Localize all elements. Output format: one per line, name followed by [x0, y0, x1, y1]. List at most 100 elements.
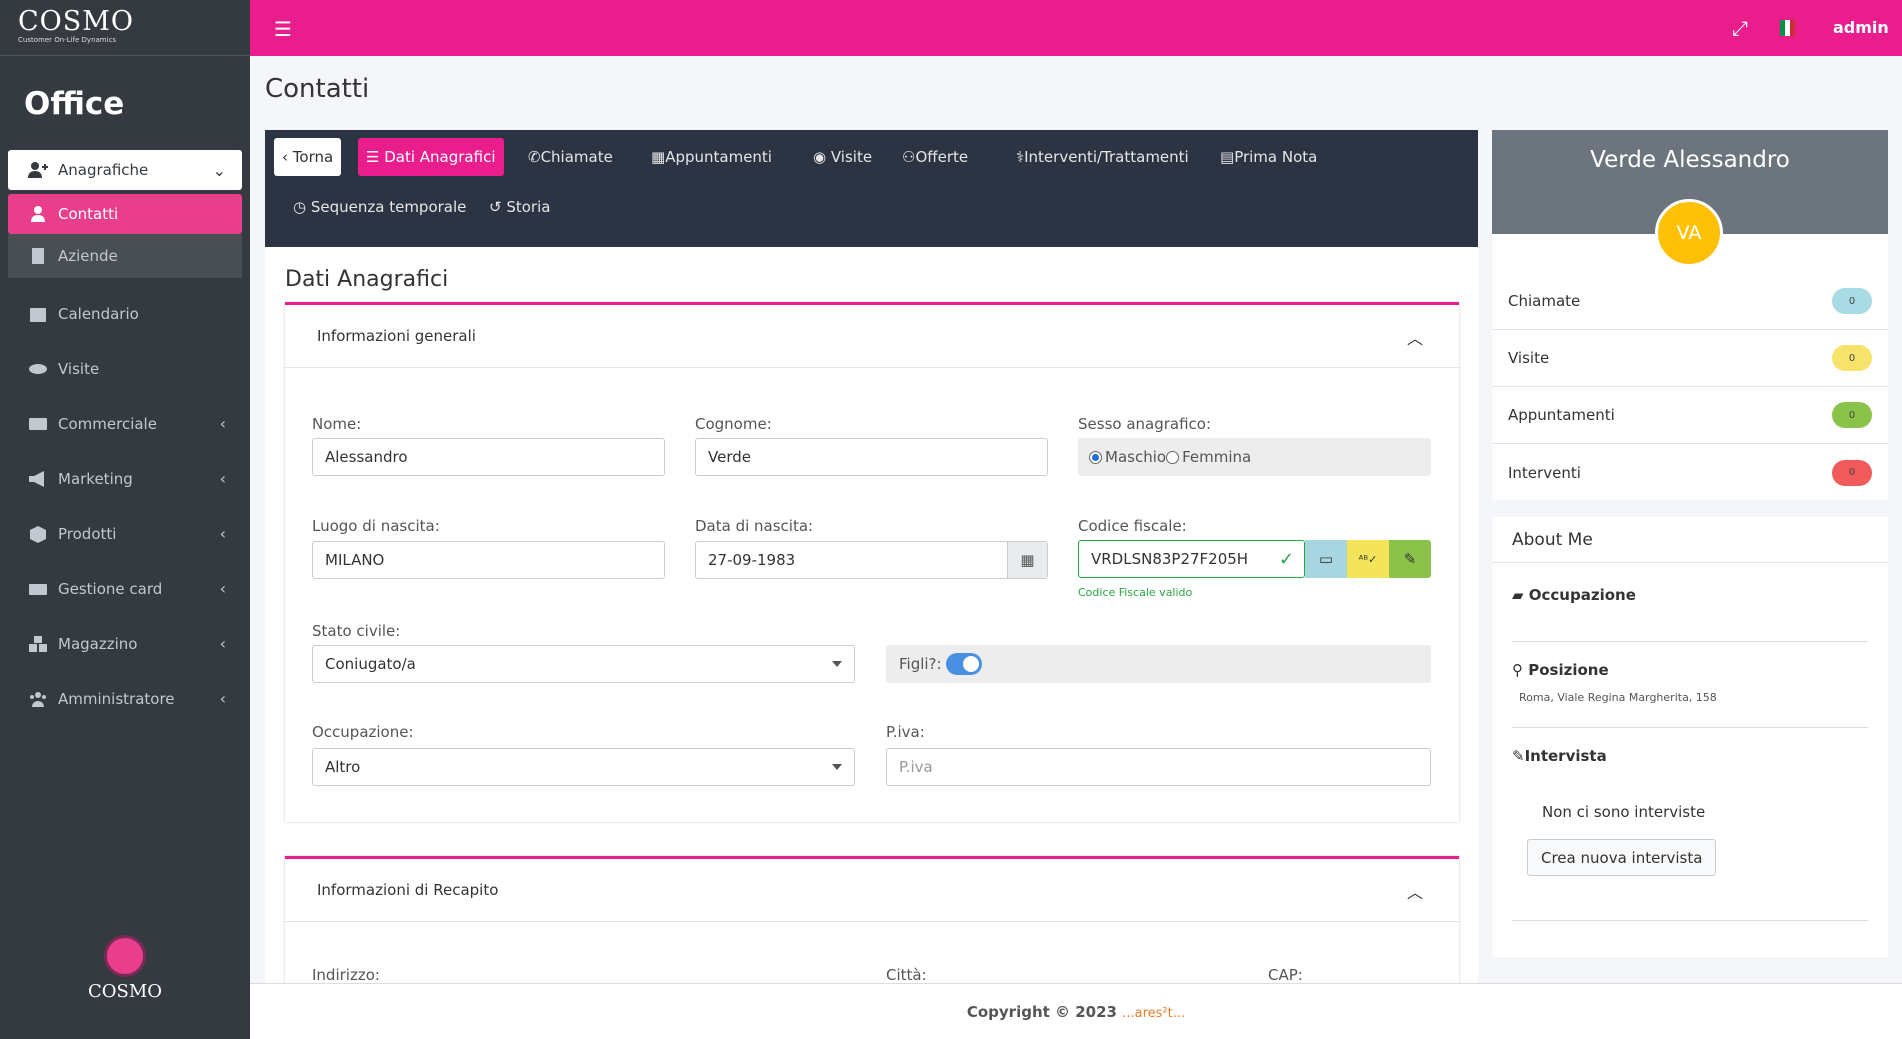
figli-toggle-group: Figli?: [886, 645, 1431, 683]
figli-toggle[interactable] [945, 653, 982, 675]
cf-valid-message: Codice Fiscale valido [1078, 586, 1193, 599]
radio-maschio[interactable] [1089, 450, 1102, 464]
tab-interventi[interactable]: ⚕ Interventi/Trattamenti [1008, 138, 1197, 176]
sidebar-item-label: Marketing [58, 469, 133, 488]
stat-label: Interventi [1508, 463, 1581, 482]
stat-visite[interactable]: Visite 0 [1492, 330, 1888, 387]
sidebar-item-gestione-card[interactable]: Gestione card ‹ [8, 561, 242, 616]
eye-icon: ◉ [813, 148, 831, 166]
phone-icon: ✆ [528, 148, 541, 166]
cf-value: VRDLSN83P27F205H [1091, 550, 1249, 568]
piva-label: P.iva: [886, 723, 925, 741]
chevron-left-icon: ‹ [219, 579, 226, 598]
profile-name: Verde Alessandro [1590, 147, 1790, 173]
stat-chiamate[interactable]: Chiamate 0 [1492, 273, 1888, 330]
luogo-input[interactable]: MILANO [312, 541, 665, 579]
occupazione-label: Occupazione: [312, 723, 414, 741]
crea-intervista-button[interactable]: Crea nuova intervista [1527, 839, 1717, 876]
radio-maschio-label: Maschio [1105, 448, 1167, 466]
clock-icon: ◷ [293, 198, 311, 216]
tab-label: Offerte [915, 148, 969, 166]
stat-appuntamenti[interactable]: Appuntamenti 0 [1492, 387, 1888, 444]
cognome-input[interactable]: Verde [695, 438, 1048, 476]
sidebar-item-prodotti[interactable]: Prodotti ‹ [8, 506, 242, 561]
user-plus-icon [28, 162, 48, 178]
intervista-text: Intervista [1524, 747, 1607, 765]
edit-button[interactable]: ✎ [1389, 540, 1431, 578]
tab-dati-anagrafici[interactable]: ☰ Dati Anagrafici [358, 138, 504, 176]
occupazione-select[interactable]: Altro [312, 748, 855, 786]
data-nascita-input[interactable]: 27-09-1983 ▦ [695, 541, 1048, 579]
calendar-icon[interactable]: ▦ [1007, 542, 1047, 578]
building-icon [32, 248, 44, 264]
sidebar-item-visite[interactable]: Visite [8, 341, 242, 396]
panel-title: Informazioni generali [317, 327, 476, 345]
sidebar-item-magazzino[interactable]: Magazzino ‹ [8, 616, 242, 671]
piva-input[interactable]: P.iva [886, 748, 1431, 786]
tab-chiamate[interactable]: ✆ Chiamate [520, 138, 621, 176]
eye-icon [29, 363, 47, 374]
no-interviste-message: Non ci sono interviste [1542, 803, 1706, 821]
stato-civile-label: Stato civile: [312, 622, 401, 640]
credit-card-icon [29, 417, 47, 430]
divider [1512, 920, 1868, 921]
brand-link[interactable]: ...ares²t... [1122, 1006, 1185, 1021]
sidebar-item-amministratore[interactable]: Amministratore ‹ [8, 671, 242, 726]
tab-storia[interactable]: ↺ Storia [481, 188, 558, 226]
bullhorn-icon [29, 470, 44, 487]
stat-interventi[interactable]: Interventi 0 [1492, 444, 1888, 501]
sidebar-item-anagrafiche[interactable]: Anagrafiche ⌄ [8, 150, 242, 190]
codice-fiscale-input[interactable]: VRDLSN83P27F205H ✓ [1078, 540, 1305, 578]
section-title: Office [24, 86, 125, 122]
tab-offerte[interactable]: ⚇ Offerte [894, 138, 976, 176]
tab-prima-nota[interactable]: ▤ Prima Nota [1212, 138, 1325, 176]
app-logo[interactable]: COSMO Customer On-Life Dynamics [0, 0, 250, 56]
panel-informazioni-generali: Informazioni generali ︿ Nome: Alessandro… [285, 302, 1459, 822]
luogo-label: Luogo di nascita: [312, 517, 440, 535]
radio-femmina[interactable] [1166, 450, 1180, 464]
sidebar-item-calendario[interactable]: Calendario [8, 286, 242, 341]
sidebar-item-marketing[interactable]: Marketing ‹ [8, 451, 242, 506]
tab-sequenza-temporale[interactable]: ◷ Sequenza temporale [285, 188, 474, 226]
about-title: About Me [1492, 517, 1888, 563]
chevron-up-icon[interactable]: ︿ [1407, 879, 1423, 903]
back-button[interactable]: ‹ Torna [274, 138, 342, 176]
fullscreen-icon[interactable]: ⤢ [1732, 16, 1748, 40]
section-title: Dati Anagrafici [285, 267, 449, 292]
edit-icon: ✎ [1512, 747, 1525, 765]
sidebar-item-label: Magazzino [58, 634, 138, 653]
panel-header[interactable]: Informazioni generali ︿ [285, 305, 1459, 368]
check-icon: ✓ [1278, 548, 1294, 570]
italian-flag-icon[interactable] [1780, 20, 1795, 36]
box-icon [30, 525, 46, 543]
tab-visite[interactable]: ◉ Visite [805, 138, 880, 176]
sidebar-item-commerciale[interactable]: Commerciale ‹ [8, 396, 242, 451]
nome-input[interactable]: Alessandro [312, 438, 665, 476]
page-title: Contatti [265, 74, 370, 104]
sidebar-item-contatti[interactable]: Contatti [8, 194, 242, 234]
tab-label: Prima Nota [1234, 148, 1318, 166]
chevron-up-icon[interactable]: ︿ [1407, 325, 1423, 349]
stato-civile-select[interactable]: Coniugato/a [312, 645, 855, 683]
back-label: Torna [292, 148, 334, 166]
hamburger-menu-icon[interactable]: ☰ [274, 17, 292, 41]
card-icon [29, 583, 47, 595]
user-menu[interactable]: admin [1833, 18, 1889, 37]
cap-label: CAP: [1268, 966, 1303, 984]
spellcheck-icon: ᴬᴮ✓ [1358, 552, 1378, 566]
about-me-card: About Me ▰ Occupazione ⚲ Posizione Roma,… [1492, 517, 1888, 957]
tab-label: Interventi/Trattamenti [1024, 148, 1189, 166]
boxes-icon [29, 635, 47, 652]
sidebar-item-aziende[interactable]: Aziende [8, 234, 242, 278]
stat-label: Visite [1508, 349, 1550, 367]
map-marker-icon: ⚲ [1512, 661, 1529, 679]
calendar-icon: ▦ [651, 148, 666, 166]
sidebar-item-label: Gestione card [58, 579, 163, 598]
panel-header[interactable]: Informazioni di Recapito ︿ [285, 859, 1459, 922]
users-icon [30, 691, 46, 707]
tab-appuntamenti[interactable]: ▦ Appuntamenti [643, 138, 780, 176]
id-card-button[interactable]: ▭ [1305, 540, 1347, 578]
sidebar-item-label: Aziende [58, 247, 118, 265]
count-badge: 0 [1832, 402, 1872, 428]
spellcheck-button[interactable]: ᴬᴮ✓ [1347, 540, 1389, 578]
